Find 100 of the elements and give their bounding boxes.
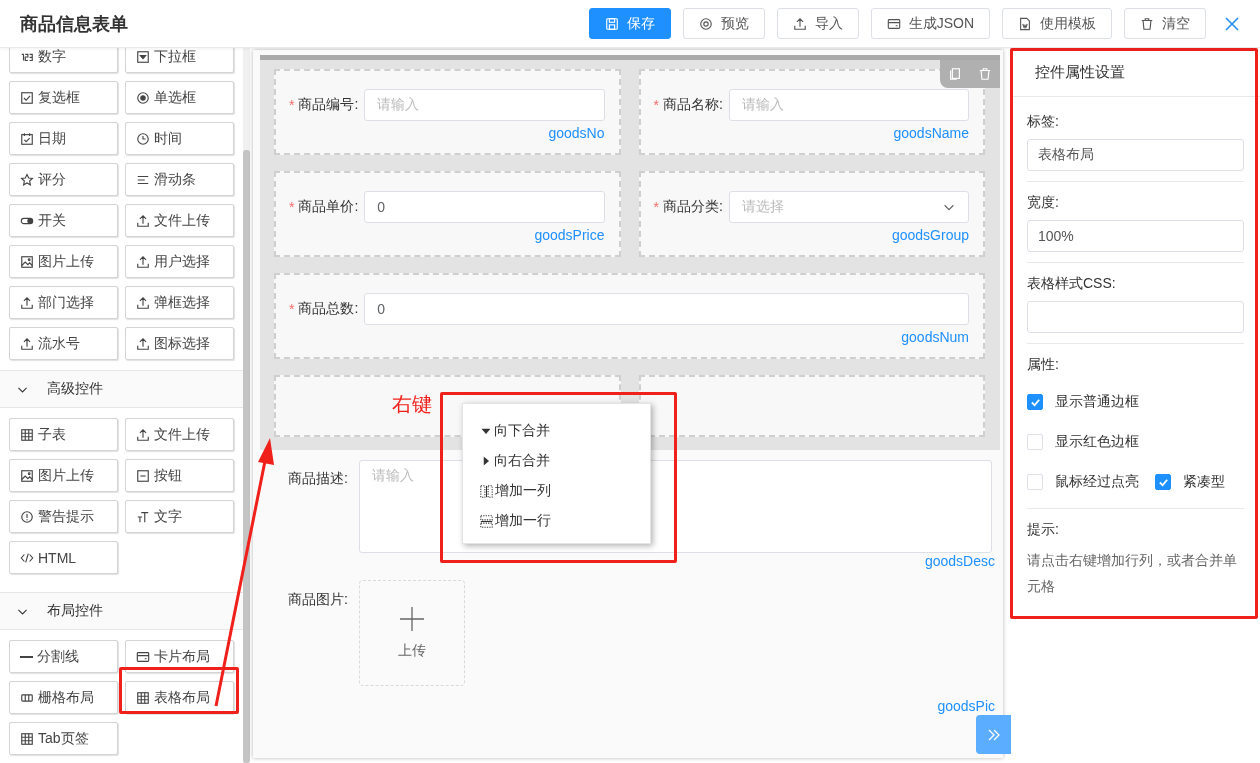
annotation-label: 右键 xyxy=(392,392,432,417)
close-icon xyxy=(1224,15,1240,32)
component-button[interactable]: 文字 xyxy=(125,500,234,533)
field-key: goodsNum xyxy=(901,329,969,345)
field-label: 商品描述: xyxy=(288,470,349,488)
component-button[interactable]: 开关 xyxy=(9,204,118,237)
table-icon xyxy=(136,690,150,705)
component-button[interactable]: 部门选择 xyxy=(9,286,118,319)
upload-icon xyxy=(136,254,150,269)
dropdown-icon xyxy=(136,49,150,64)
upload-button[interactable]: 上传 xyxy=(359,580,465,686)
component-button[interactable]: 卡片布局 xyxy=(125,640,234,673)
document-icon xyxy=(1018,16,1032,31)
field-label: 商品编号: xyxy=(298,96,359,114)
component-button[interactable]: 流水号 xyxy=(9,327,118,360)
component-button[interactable]: 滑动条 xyxy=(125,163,234,196)
component-button[interactable]: 图标选择 xyxy=(125,327,234,360)
property-label: 宽度: xyxy=(1027,194,1060,212)
component-button[interactable]: 警告提示 xyxy=(9,500,118,533)
input-field[interactable]: 表格布局 xyxy=(1027,139,1244,171)
toolbar-button[interactable]: 导入 xyxy=(776,8,859,39)
component-button[interactable]: 按钮 xyxy=(125,459,234,492)
component-button[interactable]: 文件上传 xyxy=(125,418,234,451)
component-button[interactable]: 分割线 xyxy=(9,640,118,673)
alert-icon xyxy=(20,509,34,524)
component-button[interactable]: 复选框 xyxy=(9,81,118,114)
input-field[interactable] xyxy=(1027,301,1244,333)
component-button[interactable]: 图片上传 xyxy=(9,459,118,492)
card-icon xyxy=(136,649,150,664)
toolbar-button[interactable]: 预览 xyxy=(682,8,765,39)
calendar-icon xyxy=(20,131,34,146)
checkbox-icon xyxy=(20,90,34,105)
menu-item[interactable]: 向下合并 xyxy=(480,416,550,446)
section-header[interactable]: 高级控件 xyxy=(0,370,243,408)
checkbox-label: 显示普通边框 xyxy=(1055,393,1139,411)
field-key: goodsNo xyxy=(548,125,605,141)
table-icon xyxy=(20,427,34,442)
plus-icon xyxy=(399,606,425,632)
required-mark: * xyxy=(289,301,295,317)
upload-icon xyxy=(136,427,150,442)
toolbar-button[interactable]: 生成JSON xyxy=(870,8,990,39)
clock-icon xyxy=(136,131,150,146)
checkbox-label: 紧凑型 xyxy=(1183,473,1225,491)
property-label: 表格样式CSS: xyxy=(1027,275,1117,293)
menu-item[interactable]: 增加一列 xyxy=(480,476,551,506)
checkbox-label: 显示红色边框 xyxy=(1055,433,1139,451)
component-button[interactable]: 文件上传 xyxy=(125,204,234,237)
copy-icon xyxy=(948,67,962,81)
required-mark: * xyxy=(289,97,295,113)
component-button[interactable]: 时间 xyxy=(125,122,234,155)
field-key: goodsPic xyxy=(937,698,995,714)
input-field[interactable]: 0 xyxy=(364,293,969,325)
component-button[interactable]: 日期 xyxy=(9,122,118,155)
component-button[interactable]: Tab页签 xyxy=(9,722,118,755)
card-icon xyxy=(886,16,901,31)
upload-icon xyxy=(20,295,34,310)
property-label: 标签: xyxy=(1027,113,1060,131)
hint-text: 请点击右键增加行列，或者合并单元格 xyxy=(1027,551,1238,596)
toolbar-button[interactable]: 使用模板 xyxy=(1002,8,1112,39)
upload-icon xyxy=(136,213,150,228)
field-label: 商品图片: xyxy=(288,591,349,609)
required-mark: * xyxy=(653,199,659,215)
field-key: goodsDesc xyxy=(924,553,995,569)
component-button[interactable]: 栅格布局 xyxy=(9,681,118,714)
input-field[interactable]: 0 xyxy=(364,191,605,223)
section-header[interactable]: 布局控件 xyxy=(0,592,243,630)
panel-title: 控件属性设置 xyxy=(1010,48,1260,97)
component-button[interactable]: 图片上传 xyxy=(9,245,118,278)
field-label: 商品总数: xyxy=(298,300,359,318)
field-key: goodsPrice xyxy=(534,227,605,243)
upload-icon xyxy=(792,16,807,31)
component-button[interactable]: 弹框选择 xyxy=(125,286,234,319)
text-icon xyxy=(136,509,150,524)
component-button[interactable]: 用户选择 xyxy=(125,245,234,278)
component-button[interactable]: 评分 xyxy=(9,163,118,196)
property-label: 提示: xyxy=(1027,521,1060,539)
upload-icon xyxy=(136,336,150,351)
component-button[interactable]: 下拉框 xyxy=(125,48,234,73)
component-button[interactable]: 单选框 xyxy=(125,81,234,114)
input-field[interactable]: 100% xyxy=(1027,220,1244,252)
component-button[interactable]: 子表 xyxy=(9,418,118,451)
line-icon xyxy=(20,655,33,658)
checkbox[interactable] xyxy=(1155,474,1171,490)
scrollbar[interactable] xyxy=(243,48,250,763)
minus-box-icon xyxy=(136,468,150,483)
table-icon xyxy=(20,731,34,746)
required-mark: * xyxy=(653,97,659,113)
required-mark: * xyxy=(289,199,295,215)
menu-item[interactable]: 增加一行 xyxy=(480,506,551,536)
check-icon xyxy=(1157,476,1169,488)
field-label: 商品名称: xyxy=(662,96,723,114)
checkbox[interactable] xyxy=(1027,394,1043,410)
component-button[interactable]: HTML xyxy=(9,541,118,574)
row-insert-icon xyxy=(480,514,493,528)
save-icon xyxy=(604,16,619,31)
component-button[interactable]: 数字 xyxy=(9,48,118,73)
expand-button[interactable] xyxy=(976,715,1011,754)
toolbar-button[interactable]: 清空 xyxy=(1124,8,1206,39)
trash-icon xyxy=(978,67,992,81)
field-key: goodsGroup xyxy=(891,227,969,243)
